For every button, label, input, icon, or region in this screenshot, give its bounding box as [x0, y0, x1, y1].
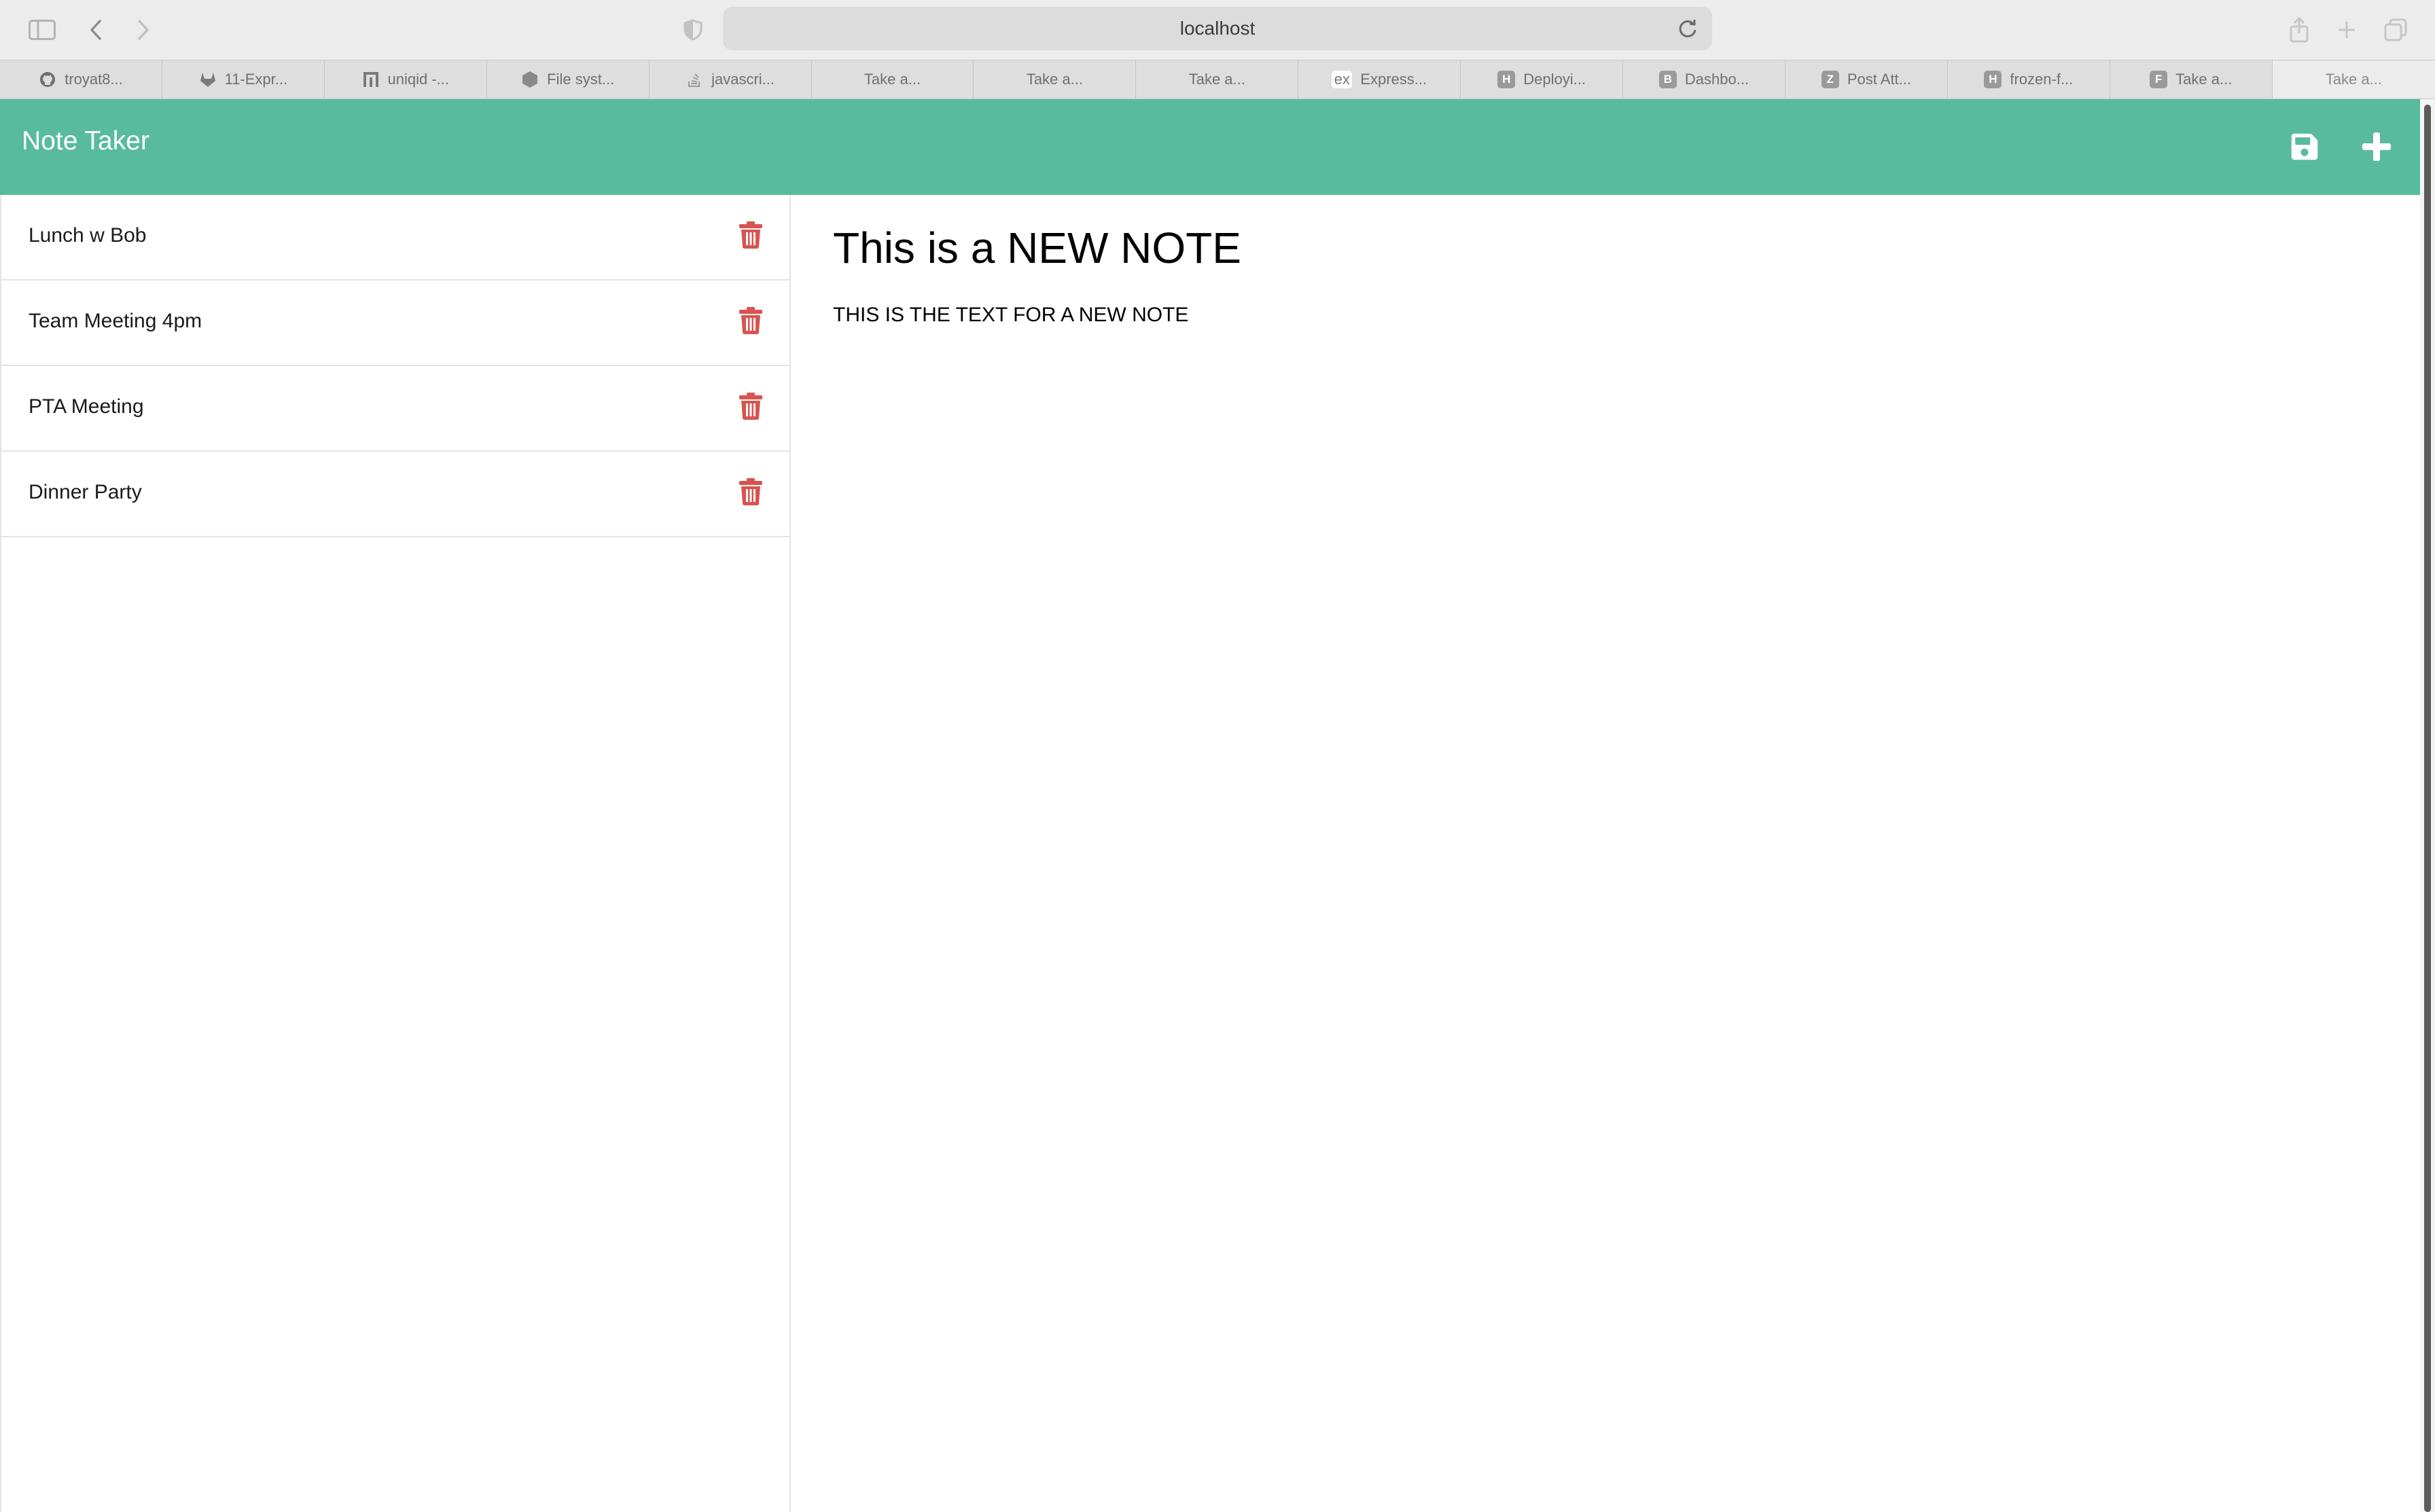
nodejs-icon — [521, 71, 539, 88]
note-list-title[interactable]: PTA Meeting — [29, 395, 144, 418]
tab-dashboard[interactable]: B Dashbo... — [1623, 60, 1785, 98]
tab-gitlab[interactable]: 11-Expr... — [162, 60, 325, 98]
tab-overview-icon[interactable] — [2382, 10, 2409, 50]
note-editor: THIS IS THE TEXT FOR A NEW NOTE — [791, 195, 2420, 1512]
stackoverflow-icon — [686, 71, 703, 88]
tab-take-a-1[interactable]: Take a... — [812, 60, 974, 98]
note-list-title[interactable]: Lunch w Bob — [29, 224, 146, 247]
heroku-icon: H — [1984, 71, 2002, 88]
tab-label: Take a... — [1188, 71, 1245, 88]
tab-label: 11-Expr... — [224, 71, 288, 88]
tab-take-a-4[interactable]: F Take a... — [2110, 60, 2273, 98]
privacy-shield-icon[interactable] — [681, 10, 705, 50]
tab-label: troyat8... — [65, 71, 123, 88]
trash-icon — [739, 307, 762, 334]
tab-uniqid[interactable]: uniqid -... — [325, 60, 487, 98]
tab-frozen[interactable]: H frozen-f... — [1948, 60, 2110, 98]
list-item[interactable]: Lunch w Bob — [1, 195, 789, 281]
npm-icon — [362, 71, 380, 88]
page-scrollbar[interactable] — [2420, 99, 2435, 1512]
tab-label: Dashbo... — [1684, 71, 1749, 88]
tab-label: javascri... — [711, 71, 775, 88]
express-icon: ex — [1332, 71, 1353, 88]
note-title-input[interactable] — [833, 221, 2368, 275]
tab-label: Express... — [1360, 71, 1427, 88]
note-list-title[interactable]: Dinner Party — [29, 481, 142, 504]
tab-bar: troyat8... 11-Expr... uniqid -... File s… — [0, 60, 2435, 99]
trash-icon — [739, 393, 762, 420]
reload-icon[interactable] — [1675, 16, 1700, 46]
tab-label: Take a... — [864, 71, 921, 88]
save-note-button[interactable] — [2284, 126, 2325, 167]
delete-note-button[interactable] — [736, 476, 765, 507]
address-bar[interactable]: localhost — [723, 7, 1712, 50]
note-text-input[interactable]: THIS IS THE TEXT FOR A NEW NOTE — [833, 304, 2368, 1458]
delete-note-button[interactable] — [736, 305, 765, 336]
list-item[interactable]: PTA Meeting — [1, 366, 789, 452]
list-item[interactable]: Dinner Party — [1, 452, 789, 537]
note-list-title[interactable]: Team Meeting 4pm — [29, 310, 202, 333]
save-icon — [2291, 133, 2318, 160]
tab-post-attendance[interactable]: Z Post Att... — [1785, 60, 1948, 98]
tab-label: uniqid -... — [387, 71, 450, 88]
plus-icon — [2362, 132, 2391, 161]
tab-javascript[interactable]: javascri... — [650, 60, 812, 98]
url-text: localhost — [1179, 18, 1256, 39]
tab-label: Take a... — [2325, 71, 2382, 88]
tab-github[interactable]: troyat8... — [0, 60, 162, 98]
tab-express[interactable]: ex Express... — [1298, 60, 1461, 98]
forward-icon[interactable] — [133, 10, 154, 50]
tab-label: Take a... — [1026, 71, 1083, 88]
tab-take-a-2[interactable]: Take a... — [974, 60, 1137, 98]
new-note-button[interactable] — [2356, 126, 2397, 167]
new-tab-icon[interactable] — [2333, 10, 2360, 50]
bootcamp-icon: B — [1658, 71, 1677, 88]
delete-note-button[interactable] — [736, 219, 765, 251]
gitlab-icon — [199, 71, 217, 88]
tab-label: Deployi... — [1523, 71, 1586, 88]
back-icon[interactable] — [86, 10, 106, 50]
note-list: Lunch w Bob Team Meeting 4pm PTA Meeting… — [0, 195, 791, 1512]
browser-toolbar: localhost — [0, 0, 2435, 60]
github-icon — [39, 71, 56, 88]
zoom-icon: Z — [1821, 71, 1839, 88]
tab-label: Post Att... — [1847, 71, 1911, 88]
scrollbar-thumb[interactable] — [2424, 105, 2431, 1512]
trash-icon — [739, 221, 762, 249]
sidebar-toggle-icon[interactable] — [27, 10, 57, 50]
tab-take-a-active[interactable]: Take a... — [2272, 60, 2435, 98]
f-icon: F — [2150, 71, 2168, 88]
app-title[interactable]: Note Taker — [22, 126, 149, 156]
trash-icon — [739, 478, 762, 505]
heroku-icon: H — [1497, 71, 1516, 88]
tab-label: File syst... — [547, 71, 615, 88]
delete-note-button[interactable] — [736, 391, 765, 422]
tab-label: frozen-f... — [2010, 71, 2074, 88]
app-navbar: Note Taker — [0, 99, 2420, 195]
tab-take-a-3[interactable]: Take a... — [1136, 60, 1299, 98]
list-item[interactable]: Team Meeting 4pm — [1, 281, 789, 366]
tab-file-system[interactable]: File syst... — [487, 60, 650, 98]
tab-label: Take a... — [2175, 71, 2233, 88]
tab-deploying[interactable]: H Deployi... — [1461, 60, 1624, 98]
share-icon[interactable] — [2286, 10, 2313, 50]
